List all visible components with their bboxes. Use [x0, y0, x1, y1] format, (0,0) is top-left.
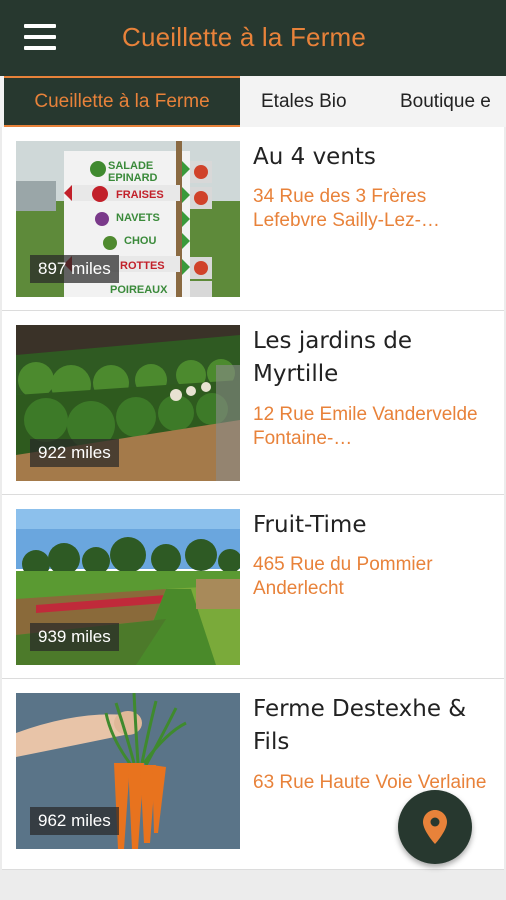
map-marker-button[interactable]	[398, 790, 472, 864]
menu-icon[interactable]	[24, 24, 56, 50]
sign-label: FRAISES	[116, 189, 164, 201]
farm-card[interactable]: 922 miles Les jardins de Myrtille 12 Rue…	[2, 311, 504, 495]
farm-address: 63 Rue Haute Voie Verlaine	[253, 772, 487, 793]
farm-photo: 939 miles	[16, 509, 240, 665]
distance-badge: 962 miles	[30, 807, 119, 835]
farm-name: Les jardins de Myrtille	[253, 328, 413, 387]
app-title: Cueillette à la Ferme	[122, 22, 367, 52]
tab-boutique[interactable]: Boutique e	[400, 76, 491, 127]
sign-label: ROTTES	[120, 260, 165, 272]
sign-label: CHOU	[124, 235, 156, 247]
farm-photo: 922 miles	[16, 325, 240, 481]
farm-card[interactable]: SALADE EPINARD FRAISES NAVETS CHOU ROTTE…	[2, 127, 504, 311]
farm-photo: SALADE EPINARD FRAISES NAVETS CHOU ROTTE…	[16, 141, 240, 297]
farm-photo: 962 miles	[16, 693, 240, 849]
sign-label: NAVETS	[116, 212, 160, 224]
farm-name: Au 4 vents	[253, 144, 376, 170]
app-bar: Cueillette à la Ferme	[0, 0, 506, 76]
sign-label: POIREAUX	[110, 284, 168, 296]
sign-label: EPINARD	[108, 172, 158, 184]
farm-address: 12 Rue Emile Vandervelde Fontaine-…	[253, 404, 478, 449]
distance-badge: 939 miles	[30, 623, 119, 651]
farm-name: Ferme Destexhe & Fils	[253, 696, 467, 755]
sign-label: SALADE	[108, 160, 153, 172]
map-marker-icon	[423, 810, 447, 844]
tab-bar: Cueillette à la Ferme Etales Bio Boutiqu…	[0, 76, 506, 127]
distance-badge: 897 miles	[30, 255, 119, 283]
tab-etales-bio[interactable]: Etales Bio	[261, 76, 347, 127]
farm-address: 34 Rue des 3 Frères Lefebvre Sailly-Lez-…	[253, 186, 440, 231]
farm-address: 465 Rue du Pommier Anderlecht	[253, 554, 433, 599]
farm-name: Fruit-Time	[253, 512, 367, 538]
farm-card[interactable]: 939 miles Fruit-Time 465 Rue du Pommier …	[2, 495, 504, 679]
tab-cueillette[interactable]: Cueillette à la Ferme	[4, 76, 240, 127]
distance-badge: 922 miles	[30, 439, 119, 467]
